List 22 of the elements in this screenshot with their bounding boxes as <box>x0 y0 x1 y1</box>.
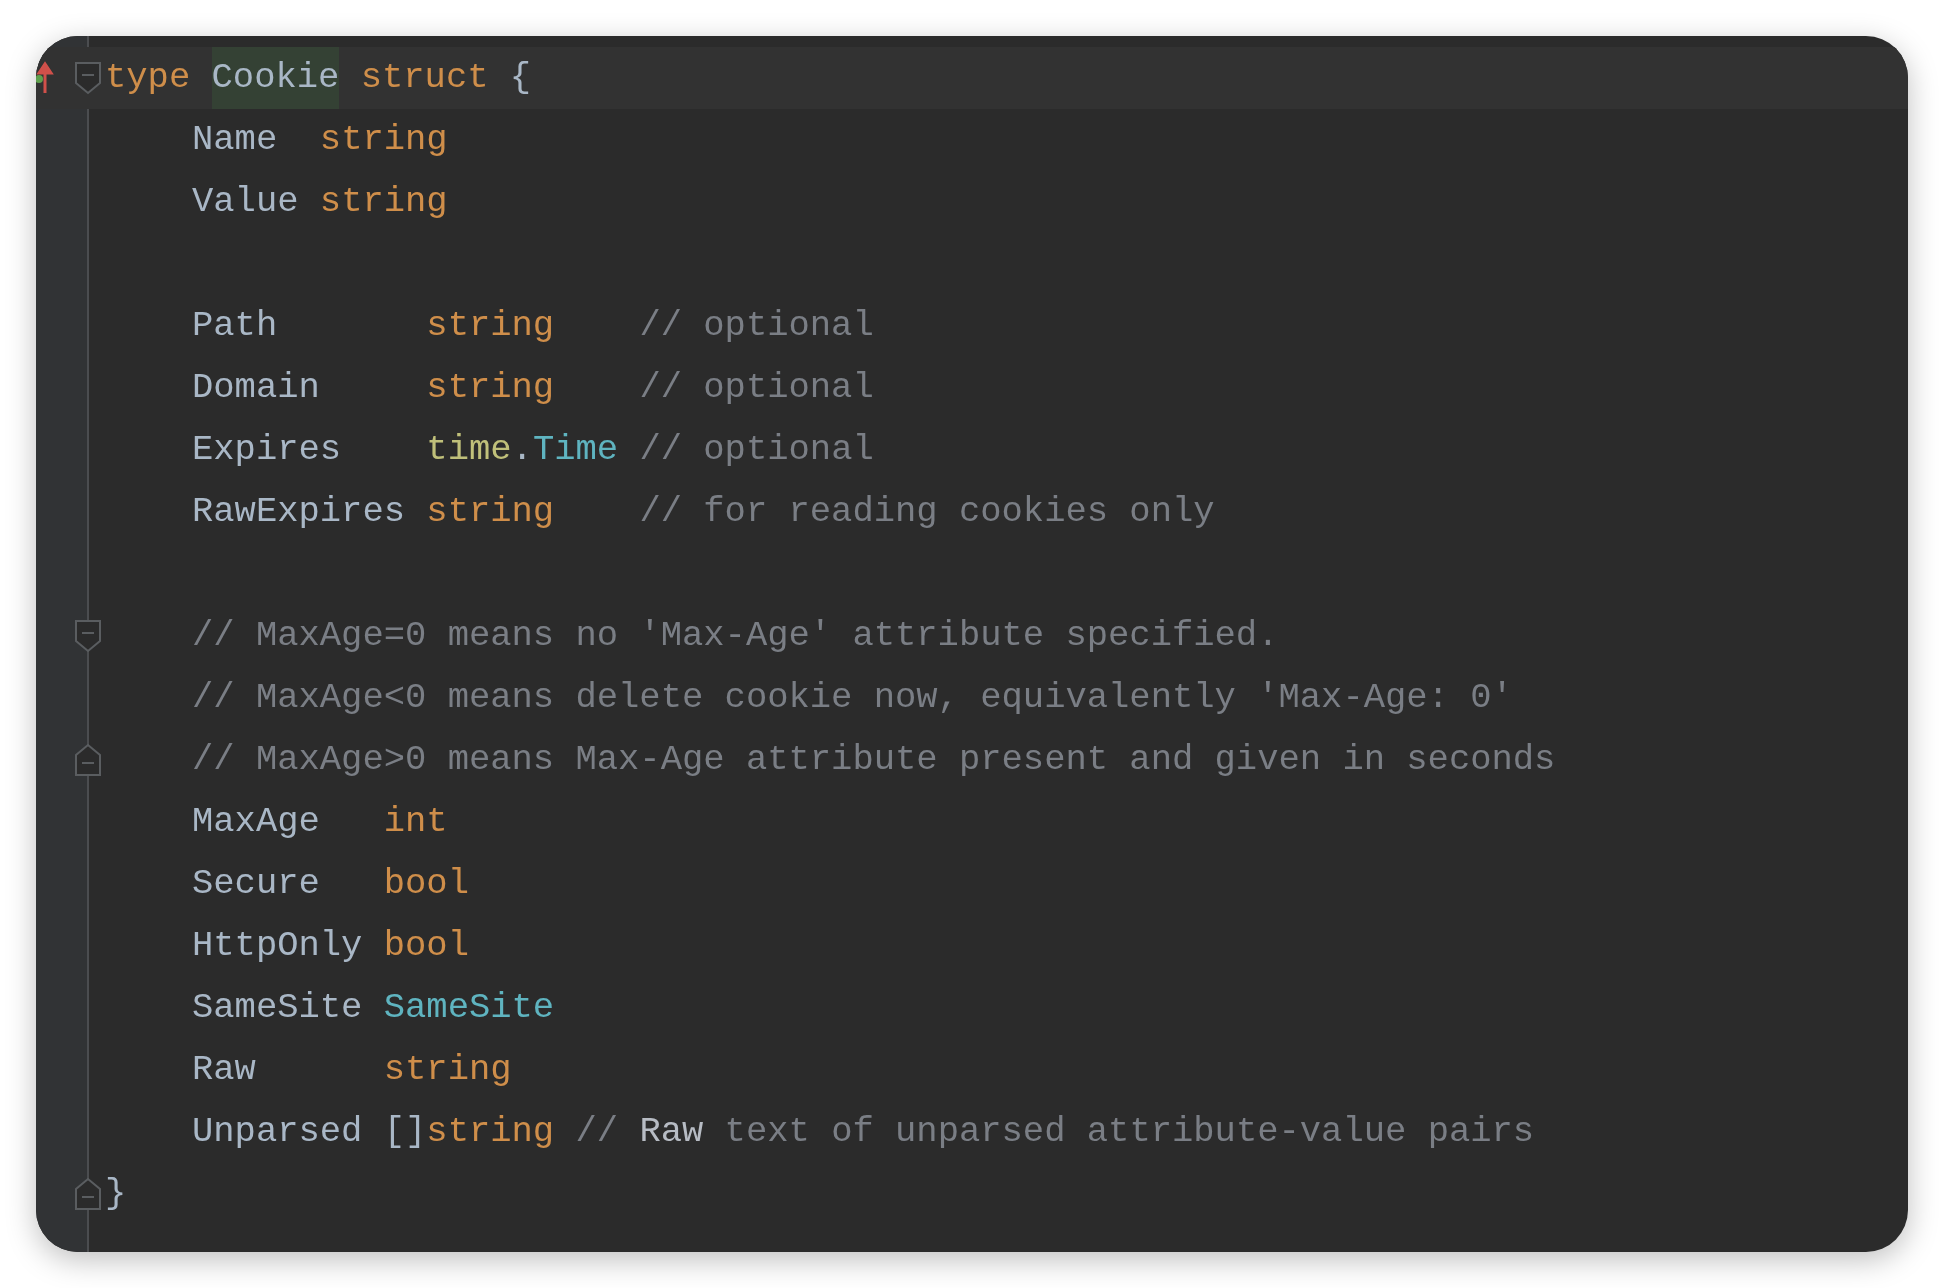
code-line: SameSite SameSite <box>191 986 555 1030</box>
fold-end-icon[interactable] <box>74 1177 102 1211</box>
code-line: Raw string <box>191 1048 512 1092</box>
code-line: Name string <box>191 118 448 162</box>
code-line: Value string <box>191 180 448 224</box>
code-line: type Cookie struct { <box>105 47 532 109</box>
code-line: // MaxAge=0 means no 'Max-Age' attribute specified. <box>191 614 1279 658</box>
code-line: Unparsed []string // Raw text of unparsed attribute-value pairs <box>191 1110 1535 1154</box>
code-line: MaxAge int <box>191 800 448 844</box>
code-line: RawExpires string // for reading cookies only <box>191 490 1215 534</box>
code-line: Expires time.Time // optional <box>191 428 874 472</box>
code-line: Secure bool <box>191 862 469 906</box>
code-line: Path string // optional <box>191 304 874 348</box>
fold-collapse-icon[interactable] <box>74 61 102 95</box>
code-line: // MaxAge<0 means delete cookie now, equivalently 'Max-Age: 0' <box>191 676 1513 720</box>
code-line: // MaxAge>0 means Max-Age attribute present and given in seconds <box>191 738 1556 782</box>
fold-end-icon[interactable] <box>74 743 102 777</box>
up-arrow-icon[interactable] <box>36 61 54 95</box>
fold-collapse-icon[interactable] <box>74 619 102 653</box>
code-line: Domain string // optional <box>191 366 874 410</box>
code-line: HttpOnly bool <box>191 924 469 968</box>
code-line: } <box>105 1172 127 1216</box>
